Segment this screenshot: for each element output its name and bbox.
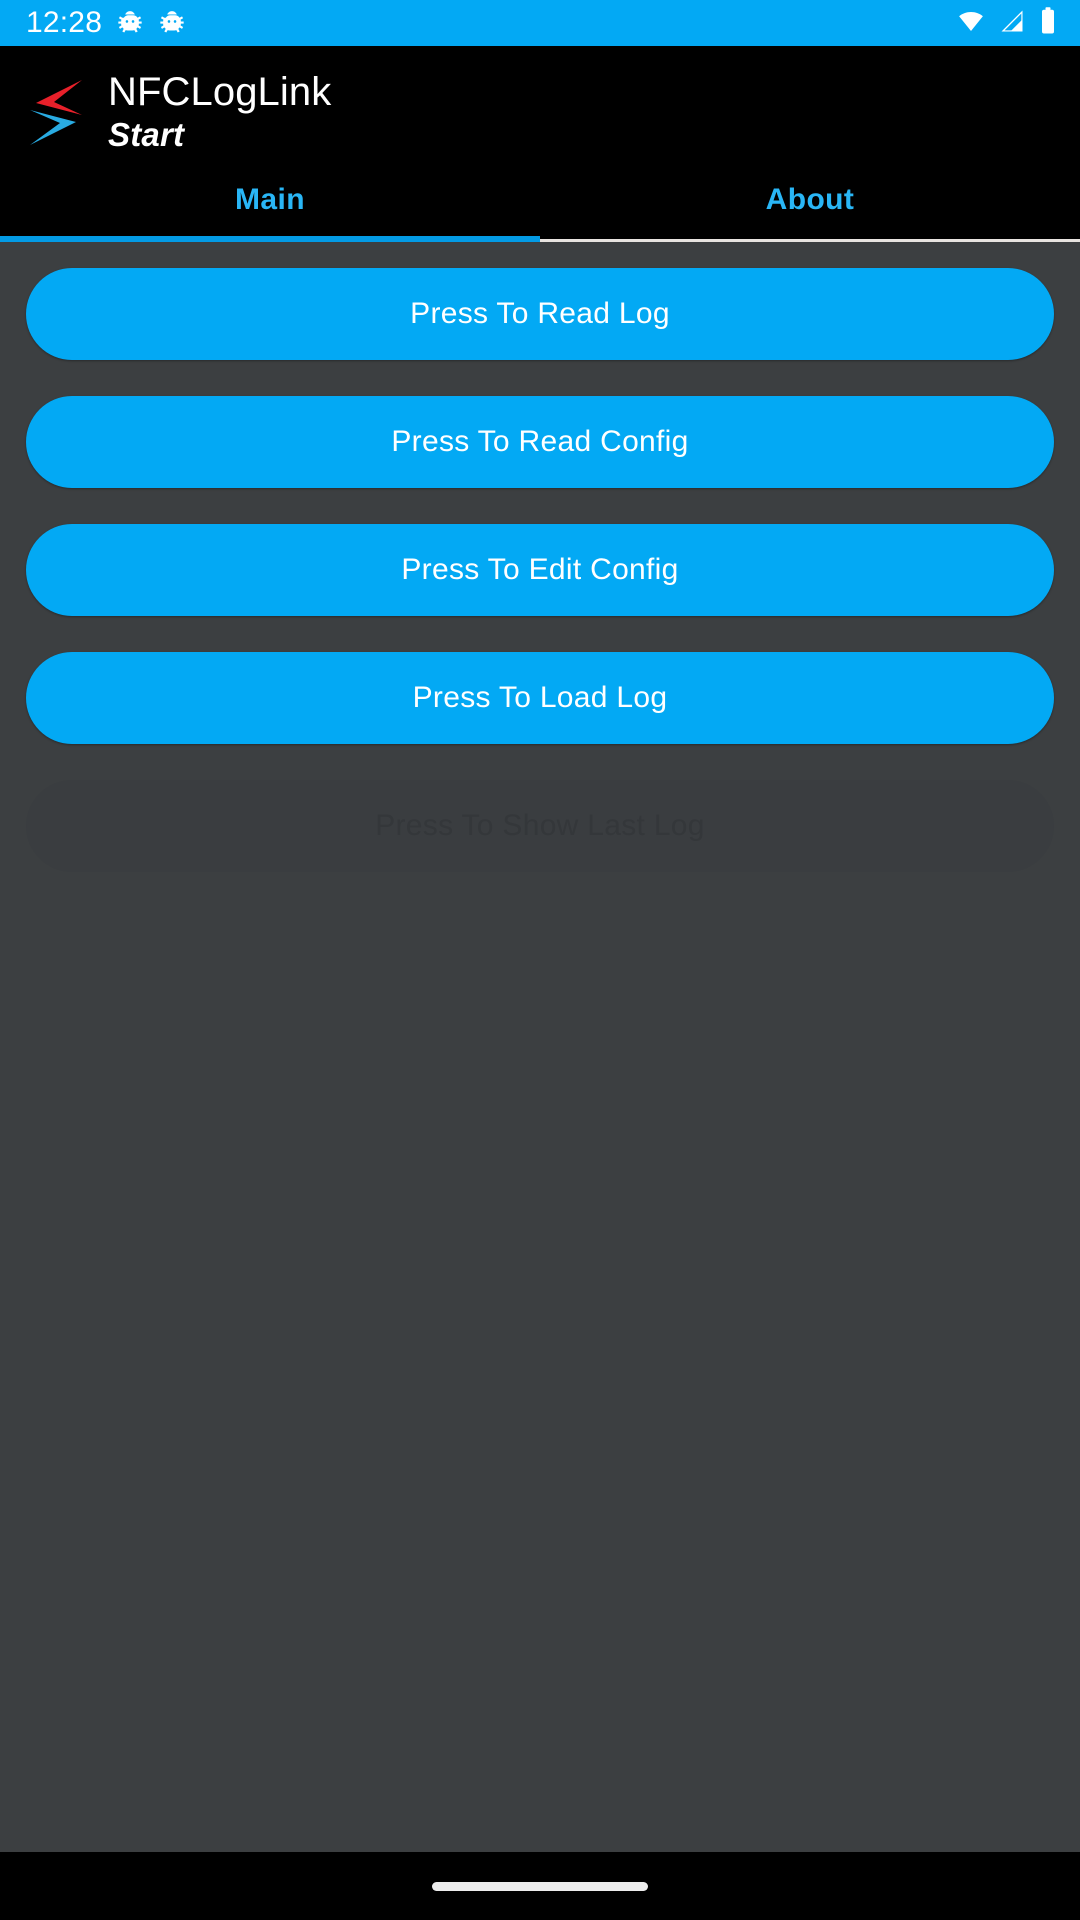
status-bar-right — [956, 6, 1058, 41]
battery-icon — [1038, 6, 1058, 41]
system-navigation-bar — [0, 1852, 1080, 1920]
status-bar: 12:28 — [0, 0, 1080, 46]
tab-indicator-active — [0, 236, 540, 242]
bug-icon — [116, 7, 144, 40]
home-gesture-pill[interactable] — [432, 1881, 648, 1891]
tab-about-label: About — [765, 183, 855, 216]
tab-indicator-row — [0, 236, 1080, 242]
status-bar-left: 12:28 — [26, 7, 186, 40]
app-bar-row: NFCLogLink Start — [0, 60, 1080, 164]
tab-bar: Main About — [0, 164, 1080, 236]
show-last-log-button: Press To Show Last Log — [26, 780, 1054, 872]
tab-about[interactable]: About — [540, 164, 1080, 236]
page-title: NFCLogLink — [108, 70, 332, 115]
tab-indicator-inactive — [540, 239, 1080, 242]
bug-icon — [158, 7, 186, 40]
load-log-button[interactable]: Press To Load Log — [26, 652, 1054, 744]
app-bar: NFCLogLink Start Main About — [0, 46, 1080, 242]
page-subtitle: Start — [108, 115, 185, 153]
status-clock: 12:28 — [26, 6, 103, 39]
wifi-icon — [956, 6, 986, 41]
nfcloglink-logo-icon — [24, 70, 86, 154]
read-log-button[interactable]: Press To Read Log — [26, 268, 1054, 360]
read-config-button[interactable]: Press To Read Config — [26, 396, 1054, 488]
tab-main[interactable]: Main — [0, 164, 540, 236]
cell-signal-icon — [998, 7, 1026, 40]
tab-main-label: Main — [235, 183, 305, 216]
main-content: Press To Read Log Press To Read Config P… — [0, 242, 1080, 1852]
edit-config-button[interactable]: Press To Edit Config — [26, 524, 1054, 616]
app-screen: 12:28 NFCLogLink Start Main About Press … — [0, 0, 1080, 1920]
app-title-block: NFCLogLink Start — [108, 70, 331, 154]
